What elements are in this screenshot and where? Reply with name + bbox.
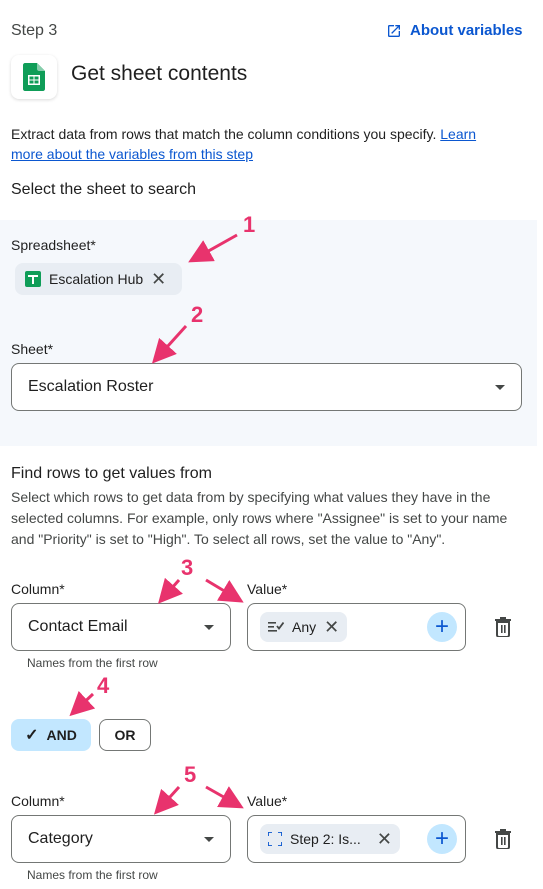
step-label: Step 3 <box>11 22 58 39</box>
column-label-2: Column* <box>11 793 65 809</box>
sheet-label: Sheet* <box>11 341 54 357</box>
and-operator-button[interactable]: ✓ AND <box>11 719 91 751</box>
annotation-arrow-4 <box>69 690 96 717</box>
annotation-marker-4: 4 <box>97 673 110 698</box>
delete-condition-icon[interactable] <box>494 617 512 637</box>
plus-icon: + <box>434 825 449 852</box>
column-select-value-2: Category <box>28 830 93 847</box>
google-sheets-logo <box>11 55 57 99</box>
plus-icon: + <box>434 613 449 640</box>
column-select-value-1: Contact Email <box>28 618 128 635</box>
annotation-marker-5: 5 <box>184 762 197 787</box>
add-value-button[interactable]: + <box>427 824 457 854</box>
open-in-new-icon <box>388 24 400 37</box>
column-helper-1: Names from the first row <box>27 656 158 670</box>
description-text: Extract data from rows that match the co… <box>11 126 441 142</box>
annotation-marker-2: 2 <box>191 302 204 327</box>
sheet-selection-panel <box>0 220 537 446</box>
or-operator-button[interactable]: OR <box>99 719 151 751</box>
value-chip-1[interactable]: Any ✕ <box>260 612 348 642</box>
spreadsheet-chip[interactable]: Escalation Hub ✕ <box>15 263 182 295</box>
annotation-arrow-5b <box>205 785 244 809</box>
about-variables-link[interactable]: About variables <box>386 22 523 39</box>
chevron-down-icon <box>204 836 214 842</box>
value-field-1[interactable]: Any ✕ + <box>247 603 466 651</box>
about-variables-label: About variables <box>410 22 523 39</box>
page-title: Get sheet contents <box>71 62 248 85</box>
sheet-select-value: Escalation Roster <box>28 378 154 395</box>
spreadsheet-chip-label: Escalation Hub <box>49 271 144 287</box>
annotation-arrow-5a <box>153 785 181 815</box>
and-label: AND <box>46 727 77 743</box>
value-chip-label-2: Step 2: Is... <box>290 831 361 847</box>
annotation-marker-3: 3 <box>181 555 194 580</box>
remove-value-icon[interactable]: ✕ <box>324 618 339 636</box>
column-select-2[interactable]: Category <box>11 815 231 863</box>
check-icon: ✓ <box>25 727 39 744</box>
column-label-1: Column* <box>11 581 65 597</box>
annotation-arrow-3a <box>158 577 183 604</box>
value-chip-2[interactable]: Step 2: Is... ✕ <box>260 824 400 854</box>
chevron-down-icon <box>204 624 214 630</box>
remove-spreadsheet-icon[interactable]: ✕ <box>151 270 166 288</box>
or-label: OR <box>114 727 136 743</box>
sheets-file-icon <box>25 271 41 287</box>
value-chip-label-1: Any <box>292 619 317 635</box>
spreadsheet-label: Spreadsheet* <box>11 237 96 253</box>
variable-icon <box>268 832 282 846</box>
find-rows-heading: Find rows to get values from <box>11 465 212 482</box>
remove-value-icon[interactable]: ✕ <box>377 830 392 848</box>
google-sheets-icon <box>23 63 45 91</box>
delete-condition-icon[interactable] <box>494 829 512 849</box>
value-label-2: Value* <box>247 793 288 809</box>
any-value-icon <box>268 621 284 632</box>
annotation-marker-1: 1 <box>243 212 256 237</box>
select-sheet-heading: Select the sheet to search <box>11 181 196 198</box>
value-label-1: Value* <box>247 581 288 597</box>
sheet-select[interactable]: Escalation Roster <box>11 363 522 411</box>
add-value-button[interactable]: + <box>427 612 457 642</box>
annotation-arrow-3b <box>205 578 244 603</box>
column-helper-2: Names from the first row <box>27 868 158 882</box>
value-field-2[interactable]: Step 2: Is... ✕ + <box>247 815 466 863</box>
find-rows-description: Select which rows to get data from by sp… <box>11 489 508 547</box>
step-description: Extract data from rows that match the co… <box>11 124 511 164</box>
chevron-down-icon <box>495 384 505 390</box>
column-select-1[interactable]: Contact Email <box>11 603 231 651</box>
